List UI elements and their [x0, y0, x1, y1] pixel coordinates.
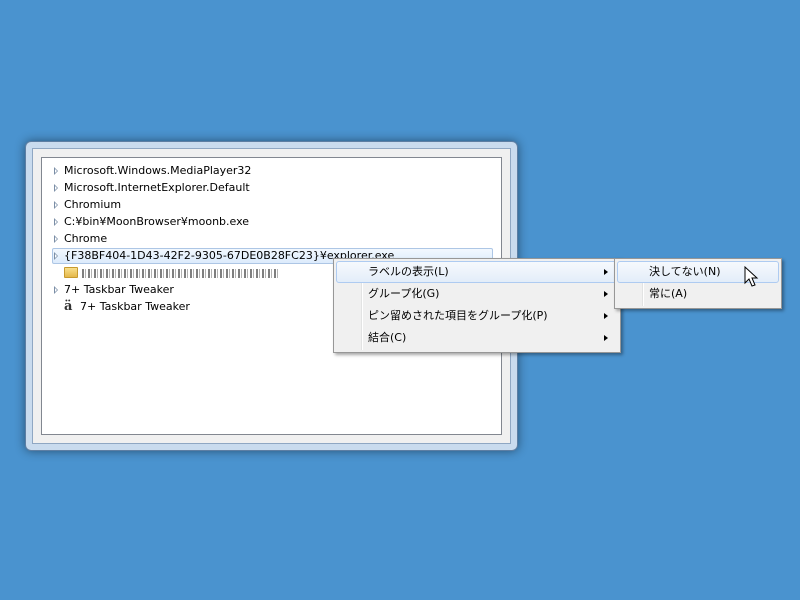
- menu-item-combine[interactable]: 結合(C): [336, 327, 618, 349]
- menu-item-label: グループ化(G): [368, 287, 440, 300]
- submenu-arrow-icon: [604, 313, 608, 319]
- tree-expander-icon[interactable]: [54, 235, 59, 243]
- submenu-item-label: 常に(A): [649, 287, 688, 300]
- tree-item-label: Microsoft.InternetExplorer.Default: [64, 181, 250, 194]
- tree-item-label: C:¥bin¥MoonBrowser¥moonb.exe: [64, 215, 250, 228]
- menu-item-label: ピン留めされた項目をグループ化(P): [368, 309, 548, 322]
- tree-expander-icon[interactable]: [54, 286, 59, 294]
- menu-item-show-labels[interactable]: ラベルの表示(L): [336, 261, 618, 283]
- menu-item-label: ラベルの表示(L): [368, 265, 449, 278]
- submenu-item-label: 決してない(N): [649, 265, 721, 278]
- tree-item-label: Chrome: [64, 232, 108, 245]
- folder-icon: [64, 267, 78, 278]
- tree-expander-icon[interactable]: [54, 201, 59, 209]
- mouse-pointer-icon: [744, 266, 759, 287]
- tree-expander-icon[interactable]: [54, 218, 59, 226]
- tree-expander-icon[interactable]: [54, 252, 59, 260]
- submenu-arrow-icon: [604, 291, 608, 297]
- menu-item-label: 結合(C): [368, 331, 407, 344]
- submenu-arrow-icon: [604, 335, 608, 341]
- tree-item-label: 7+ Taskbar Tweaker: [64, 283, 174, 296]
- tree-expander-icon[interactable]: [54, 184, 59, 192]
- obscured-label: [82, 269, 278, 278]
- tree-item-explorer-child[interactable]: [42, 265, 342, 281]
- tree-item-label: Chromium: [64, 198, 122, 211]
- taskbar-tweaker-icon: ä: [64, 299, 73, 314]
- context-menu: ラベルの表示(L) グループ化(G) ピン留めされた項目をグループ化(P) 結合…: [333, 258, 621, 353]
- tree-expander-icon[interactable]: [54, 167, 59, 175]
- submenu-arrow-icon: [604, 269, 608, 275]
- tree-item-label: 7+ Taskbar Tweaker: [80, 300, 190, 313]
- tree-item-label: Microsoft.Windows.MediaPlayer32: [64, 164, 252, 177]
- menu-item-group-pinned[interactable]: ピン留めされた項目をグループ化(P): [336, 305, 618, 327]
- menu-item-grouping[interactable]: グループ化(G): [336, 283, 618, 305]
